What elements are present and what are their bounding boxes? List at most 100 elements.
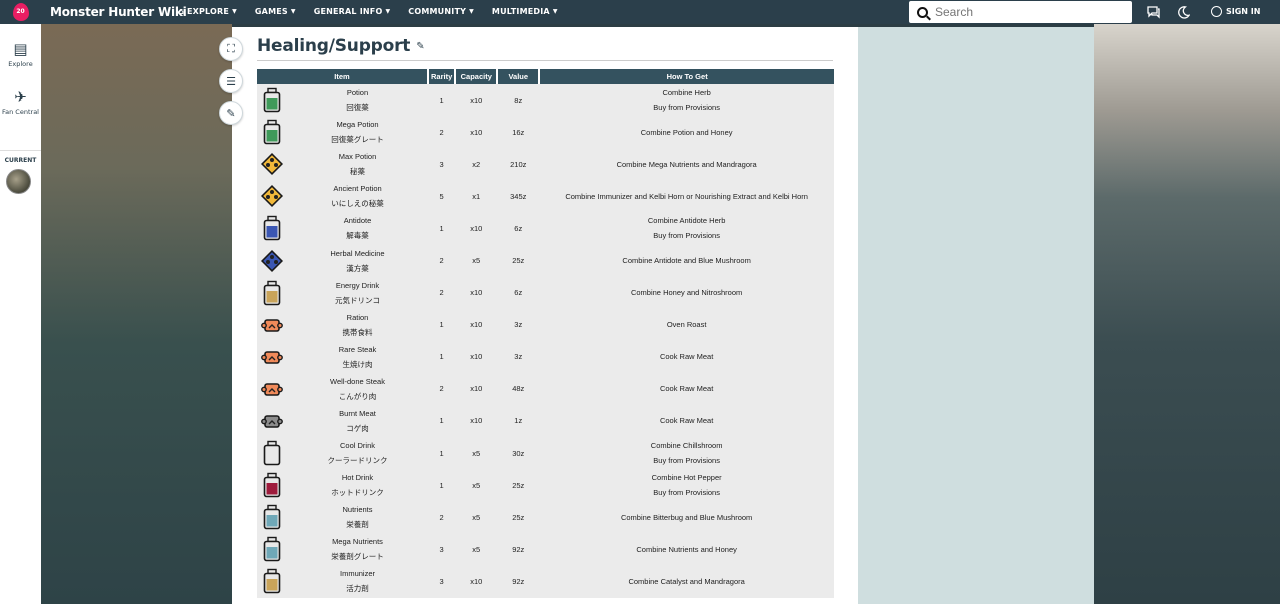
how-to-get-line: Combine Hot Pepper xyxy=(651,473,722,483)
item-name[interactable]: Ancient Potion xyxy=(289,181,426,196)
how-to-get-cell: Combine Antidote and Blue Mushroom xyxy=(539,244,834,277)
item-name[interactable]: Potion xyxy=(289,85,426,100)
item-icon-cell xyxy=(257,469,287,502)
items-table-body: Potion 回復薬 1 x10 8z Combine Herb Buy from Prov… xyxy=(257,84,834,598)
item-name[interactable]: Hot Drink xyxy=(289,470,426,485)
value-cell: 345z xyxy=(497,180,540,213)
item-name[interactable]: Antidote xyxy=(289,213,426,228)
capacity-cell: x10 xyxy=(455,565,498,598)
capacity-cell: x5 xyxy=(455,533,498,566)
item-name[interactable]: Nutrients xyxy=(289,502,426,517)
sign-in-link[interactable]: SIGN IN xyxy=(1211,6,1260,17)
capacity-cell: x10 xyxy=(455,308,498,341)
column-header-value: Value xyxy=(497,69,541,84)
item-icon-cell xyxy=(257,565,287,598)
bottle-icon xyxy=(261,87,283,113)
item-name[interactable]: Well-done Steak xyxy=(289,374,426,389)
item-name[interactable]: Rare Steak xyxy=(289,342,426,357)
item-japanese-name: コゲ肉 xyxy=(346,423,369,433)
item-japanese-name: クーラードリンク xyxy=(327,456,388,466)
meat-icon xyxy=(261,344,283,370)
item-japanese-name: いにしえの秘薬 xyxy=(331,199,384,209)
item-name[interactable]: Energy Drink xyxy=(289,278,426,293)
rarity-cell: 2 xyxy=(428,116,456,149)
how-to-get-line: Combine Antidote Herb xyxy=(647,216,726,226)
rail-fan-central[interactable]: ✈ Fan Central xyxy=(0,88,41,116)
rarity-cell: 3 xyxy=(428,565,456,598)
item-japanese-name: 漢方薬 xyxy=(346,263,369,273)
page-title: Healing/Support ✎ xyxy=(257,36,425,56)
value-cell: 6z xyxy=(497,212,540,245)
wiki-nav-menu: ⌂ EXPLORE ▼ GAMES ▼ GENERAL INFO ▼ COMMUNITY… xyxy=(178,7,558,16)
capacity-cell: x10 xyxy=(455,84,498,117)
table-of-contents-icon[interactable]: ☰ xyxy=(219,69,243,93)
rail-fan-central-label: Fan Central xyxy=(2,108,39,116)
table-row: Rare Steak 生焼け肉 1 x10 3z Cook Raw Meat xyxy=(257,340,834,373)
item-name[interactable]: Herbal Medicine xyxy=(289,246,426,261)
capacity-cell: x2 xyxy=(455,148,498,181)
chevron-down-icon: ▼ xyxy=(232,8,237,15)
capacity-cell: x5 xyxy=(455,244,498,277)
capacity-cell: x10 xyxy=(455,340,498,373)
rail-explore[interactable]: ▤ Explore xyxy=(0,40,41,68)
search-bar[interactable] xyxy=(909,1,1132,23)
capacity-cell: x5 xyxy=(455,501,498,534)
item-name[interactable]: Burnt Meat xyxy=(289,406,426,421)
item-name[interactable]: Mega Potion xyxy=(289,117,426,132)
current-wiki-avatar[interactable] xyxy=(6,169,31,194)
table-row: Herbal Medicine 漢方薬 2 x5 25z Combine Antidote… xyxy=(257,244,834,277)
how-to-get-cell: Combine Bitterbug and Blue Mushroom xyxy=(539,501,834,534)
value-cell: 1z xyxy=(497,404,540,438)
nav-general-info[interactable]: GENERAL INFO ▼ xyxy=(314,7,391,16)
rarity-cell: 2 xyxy=(428,501,456,534)
item-icon-cell xyxy=(257,372,287,405)
nav-games[interactable]: GAMES ▼ xyxy=(255,7,296,16)
nav-community[interactable]: COMMUNITY ▼ xyxy=(408,7,474,16)
fandom-heart-icon: 20 xyxy=(12,3,29,21)
search-input[interactable] xyxy=(935,5,1115,19)
item-name-cell: Immunizer 活力剤 xyxy=(287,565,428,598)
community-rail: ▤ Explore ✈ Fan Central CURRENT xyxy=(0,24,41,604)
table-row: Nutrients 栄養剤 2 x5 25z Combine Bitterbug and … xyxy=(257,501,834,534)
edit-section-icon[interactable]: ✎ xyxy=(416,41,424,52)
pill-icon xyxy=(260,183,284,209)
how-to-get-line: Combine Chillshroom xyxy=(650,441,723,451)
nav-explore[interactable]: ⌂ EXPLORE ▼ xyxy=(178,7,237,16)
discussions-icon[interactable] xyxy=(1146,4,1162,20)
rarity-cell: 1 xyxy=(428,437,456,470)
pill-icon xyxy=(260,248,284,274)
item-japanese-name: 元気ドリンコ xyxy=(335,295,380,305)
column-header-how-to-get: How To Get xyxy=(539,69,834,84)
expand-icon[interactable]: ⛶ xyxy=(219,37,243,61)
how-to-get-line: Combine Immunizer and Kelbi Horn or Nour… xyxy=(565,191,808,201)
nav-general-info-label: GENERAL INFO xyxy=(313,7,383,16)
value-cell: 25z xyxy=(497,469,540,502)
bottle-icon xyxy=(261,568,283,594)
wiki-name[interactable]: Monster Hunter Wiki xyxy=(50,5,187,19)
item-name-cell: Mega Nutrients 栄養剤グレート xyxy=(287,533,428,566)
bottle-icon xyxy=(261,440,283,466)
column-header-capacity: Capacity xyxy=(455,69,499,84)
item-name[interactable]: Immunizer xyxy=(289,566,426,581)
bottle-icon xyxy=(261,215,283,241)
item-name[interactable]: Mega Nutrients xyxy=(289,534,426,549)
how-to-get-cell: Combine Herb Buy from Provisions xyxy=(539,84,834,117)
fandom-logo[interactable]: 20 xyxy=(0,0,41,24)
item-name[interactable]: Ration xyxy=(289,310,426,325)
how-to-get-cell: Combine Catalyst and Mandragora xyxy=(539,565,834,598)
capacity-cell: x5 xyxy=(455,469,498,502)
table-row: Burnt Meat コゲ肉 1 x10 1z Cook Raw Meat xyxy=(257,404,834,438)
item-name[interactable]: Max Potion xyxy=(289,149,426,164)
table-row: Cool Drink クーラードリンク 1 x5 30z Combine Chillshr… xyxy=(257,437,834,470)
item-japanese-name: 回復薬 xyxy=(346,103,369,113)
nav-multimedia[interactable]: MULTIMEDIA ▼ xyxy=(492,7,558,16)
table-row: Immunizer 活力剤 3 x10 92z Combine Catalyst and … xyxy=(257,565,834,598)
how-to-get-line: Cook Raw Meat xyxy=(659,384,714,394)
item-icon-cell xyxy=(257,180,287,213)
rarity-cell: 1 xyxy=(428,469,456,502)
item-name[interactable]: Cool Drink xyxy=(289,438,426,453)
dark-mode-moon-icon[interactable] xyxy=(1175,4,1191,20)
item-icon-cell xyxy=(257,437,287,470)
explore-icon: ▤ xyxy=(13,40,28,58)
edit-pencil-icon[interactable]: ✎ xyxy=(219,101,243,125)
